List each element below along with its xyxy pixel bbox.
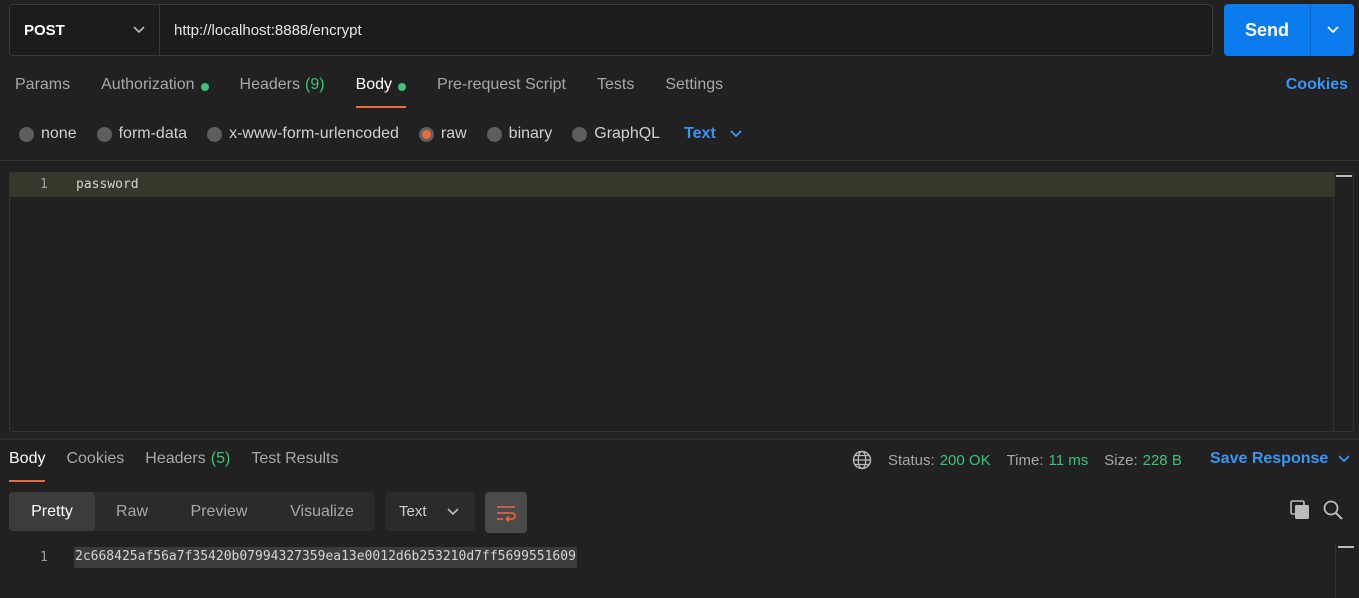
radio-binary[interactable]: binary xyxy=(486,125,553,143)
chevron-down-icon xyxy=(1338,455,1350,463)
request-bar: POST http://localhost:8888/encrypt xyxy=(9,4,1213,56)
radio-raw[interactable]: raw xyxy=(418,125,467,143)
copy-button[interactable] xyxy=(1289,500,1311,524)
line-number: 1 xyxy=(40,177,48,192)
request-tabs: Params Authorization Headers (9) Body Pre… xyxy=(15,76,754,108)
body-type-radios: none form-data x-www-form-urlencoded raw… xyxy=(19,124,742,144)
status-dot-icon xyxy=(200,83,209,91)
url-input[interactable]: http://localhost:8888/encrypt xyxy=(160,5,1212,55)
view-visualize[interactable]: Visualize xyxy=(269,492,375,531)
radio-x-www-form-urlencoded[interactable]: x-www-form-urlencoded xyxy=(207,125,399,143)
response-format-label: Text xyxy=(399,503,427,520)
tab-authorization[interactable]: Authorization xyxy=(101,76,209,108)
headers-count: (9) xyxy=(305,76,325,93)
chevron-down-icon xyxy=(133,26,145,34)
send-button[interactable]: Send xyxy=(1224,4,1310,56)
view-preview[interactable]: Preview xyxy=(169,492,269,531)
size-label: Size: xyxy=(1104,451,1138,469)
tab-response-body[interactable]: Body xyxy=(9,450,46,482)
radio-circle-icon xyxy=(96,126,112,142)
tab-pre-request-script[interactable]: Pre-request Script xyxy=(437,76,566,108)
radio-circle-icon xyxy=(486,126,502,142)
globe-icon[interactable] xyxy=(852,450,872,470)
tab-label: Body xyxy=(355,76,393,93)
tab-label: Body xyxy=(9,450,46,467)
response-format-select[interactable]: Text xyxy=(385,492,475,531)
radio-label: binary xyxy=(508,125,553,142)
chevron-down-icon xyxy=(730,130,742,138)
editor-content[interactable]: password xyxy=(76,177,139,192)
response-tabs: Body Cookies Headers (5) Test Results xyxy=(9,450,359,482)
line-number: 1 xyxy=(40,550,48,565)
tab-label: Tests xyxy=(596,76,635,93)
url-text: http://localhost:8888/encrypt xyxy=(174,21,362,39)
tab-test-results[interactable]: Test Results xyxy=(251,450,338,482)
copy-icon xyxy=(1290,500,1309,519)
time-label: Time: xyxy=(1006,451,1044,469)
request-body-editor[interactable]: 1 password xyxy=(9,172,1354,432)
radio-form-data[interactable]: form-data xyxy=(96,125,188,143)
send-options-button[interactable] xyxy=(1310,4,1354,56)
radio-label: raw xyxy=(440,125,467,142)
time-value: 11 ms xyxy=(1048,451,1089,469)
response-scrollbar[interactable] xyxy=(1335,544,1355,598)
wrap-lines-icon xyxy=(497,505,516,522)
cookies-link[interactable]: Cookies xyxy=(1286,76,1348,94)
chevron-down-icon xyxy=(447,507,459,515)
method-select[interactable]: POST xyxy=(10,5,160,55)
pane-resize-handle[interactable] xyxy=(0,438,1359,440)
radio-label: x-www-form-urlencoded xyxy=(229,125,399,142)
radio-circle-icon xyxy=(572,126,588,142)
view-mode-toggle: Pretty Raw Preview Visualize xyxy=(9,492,375,531)
view-raw[interactable]: Raw xyxy=(95,492,169,531)
method-label: POST xyxy=(24,21,65,39)
divider xyxy=(0,160,1359,161)
editor-scrollbar[interactable] xyxy=(1333,173,1353,431)
tab-body[interactable]: Body xyxy=(355,76,407,108)
body-format-select[interactable]: Text xyxy=(684,125,742,143)
send-button-group: Send xyxy=(1224,4,1354,56)
tab-settings[interactable]: Settings xyxy=(665,76,723,108)
search-button[interactable] xyxy=(1323,500,1343,524)
tab-label: Cookies xyxy=(66,450,125,467)
tab-label: Pre-request Script xyxy=(437,76,566,93)
tab-label: Headers xyxy=(145,450,206,467)
headers-count: (5) xyxy=(210,450,231,467)
radio-circle-icon xyxy=(19,126,34,142)
size-value: 228 B xyxy=(1142,451,1182,469)
response-content[interactable]: 2c668425af56a7f35420b07994327359ea13e001… xyxy=(74,547,577,568)
radio-graphql[interactable]: GraphQL xyxy=(572,125,660,143)
save-response-label: Save Response xyxy=(1210,450,1329,467)
tab-response-headers[interactable]: Headers (5) xyxy=(145,450,230,482)
status-label: Status: xyxy=(888,451,935,469)
radio-label: none xyxy=(41,125,77,142)
tab-headers[interactable]: Headers (9) xyxy=(240,76,325,108)
view-pretty[interactable]: Pretty xyxy=(9,492,95,531)
response-status-bar: Status: 200 OK Time: 11 ms Size: 228 B xyxy=(852,450,1198,470)
search-icon xyxy=(1323,500,1343,520)
radio-circle-icon xyxy=(207,126,223,142)
tab-response-cookies[interactable]: Cookies xyxy=(66,450,124,482)
tab-label: Headers xyxy=(239,76,300,93)
wrap-lines-button[interactable] xyxy=(485,492,527,533)
tab-label: Authorization xyxy=(101,76,195,93)
radio-circle-icon xyxy=(418,126,434,142)
tab-label: Test Results xyxy=(251,450,339,467)
active-line-highlight xyxy=(10,173,1335,197)
radio-label: form-data xyxy=(118,125,188,142)
status-value: 200 OK xyxy=(939,451,991,469)
tab-label: Settings xyxy=(665,76,724,93)
tab-params[interactable]: Params xyxy=(15,76,70,108)
radio-none[interactable]: none xyxy=(19,125,77,143)
tab-label: Params xyxy=(15,76,71,93)
tab-tests[interactable]: Tests xyxy=(597,76,634,108)
body-format-label: Text xyxy=(684,125,716,142)
radio-label: GraphQL xyxy=(594,125,661,142)
chevron-down-icon xyxy=(1326,26,1339,34)
save-response-button[interactable]: Save Response xyxy=(1210,450,1350,468)
status-dot-icon xyxy=(398,83,407,91)
